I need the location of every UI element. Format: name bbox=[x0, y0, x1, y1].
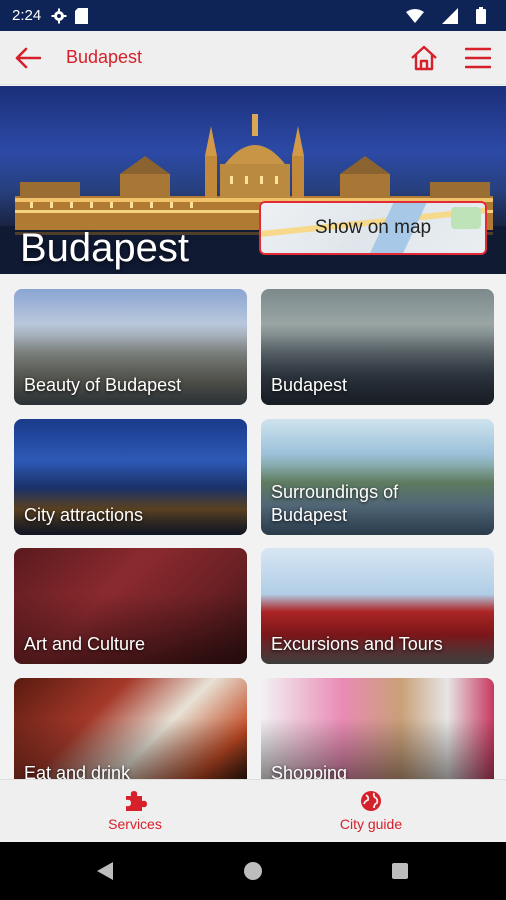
globe-icon bbox=[361, 791, 381, 811]
show-on-map-label: Show on map bbox=[314, 217, 432, 238]
wifi-icon bbox=[406, 8, 424, 23]
triangle-back-icon bbox=[97, 862, 113, 880]
category-card-budapest[interactable]: Budapest bbox=[261, 289, 494, 405]
category-card-beauty-of-budapest[interactable]: Beauty of Budapest bbox=[14, 289, 247, 405]
nav-services[interactable]: Services bbox=[85, 780, 185, 842]
nav-services-label: Services bbox=[108, 816, 162, 832]
category-label: Eat and drink bbox=[24, 763, 131, 779]
category-label: Surroundings of Budapest bbox=[271, 482, 399, 525]
status-bar: 2:24 bbox=[0, 0, 506, 31]
map-park bbox=[451, 207, 481, 229]
back-button[interactable] bbox=[0, 31, 56, 85]
home-icon bbox=[411, 45, 437, 71]
category-label: City attractions bbox=[24, 505, 144, 525]
menu-button[interactable] bbox=[458, 38, 498, 78]
home-button[interactable] bbox=[404, 38, 444, 78]
category-card-art-and-culture[interactable]: Art and Culture bbox=[14, 548, 247, 664]
puzzle-icon bbox=[126, 791, 147, 811]
app-bar: Budapest bbox=[0, 31, 506, 85]
nav-city-guide[interactable]: City guide bbox=[321, 780, 421, 842]
battery-icon bbox=[476, 7, 486, 24]
category-label: Beauty of Budapest bbox=[24, 375, 182, 395]
signal-icon bbox=[442, 7, 458, 24]
nav-city-guide-label: City guide bbox=[339, 816, 403, 832]
status-time: 2:24 bbox=[12, 7, 42, 24]
show-on-map-button[interactable]: Show on map bbox=[259, 201, 487, 255]
arrow-left-icon bbox=[15, 47, 41, 68]
sd-card-icon bbox=[75, 7, 89, 24]
gear-icon bbox=[51, 8, 67, 24]
hero-title: Budapest bbox=[20, 226, 190, 270]
category-card-eat-and-drink[interactable]: Eat and drink bbox=[14, 678, 247, 779]
hamburger-menu-icon bbox=[465, 47, 491, 69]
category-card-shopping[interactable]: Shopping bbox=[261, 678, 494, 779]
category-card-surroundings-of-budapest[interactable]: Surroundings of Budapest bbox=[261, 419, 494, 535]
bottom-navigation: Services City guide bbox=[0, 779, 506, 841]
circle-home-icon bbox=[244, 862, 262, 880]
page-title: Budapest bbox=[66, 47, 143, 67]
category-label: Art and Culture bbox=[24, 634, 146, 654]
category-card-city-attractions[interactable]: City attractions bbox=[14, 419, 247, 535]
square-recents-icon bbox=[392, 863, 408, 879]
system-recents-button[interactable] bbox=[388, 859, 412, 883]
category-label: Excursions and Tours bbox=[271, 634, 443, 654]
system-navigation-bar bbox=[0, 842, 506, 900]
system-back-button[interactable] bbox=[93, 859, 117, 883]
category-card-excursions-and-tours[interactable]: Excursions and Tours bbox=[261, 548, 494, 664]
system-home-button[interactable] bbox=[241, 859, 265, 883]
category-label: Budapest bbox=[271, 375, 348, 395]
category-label: Shopping bbox=[271, 763, 348, 779]
